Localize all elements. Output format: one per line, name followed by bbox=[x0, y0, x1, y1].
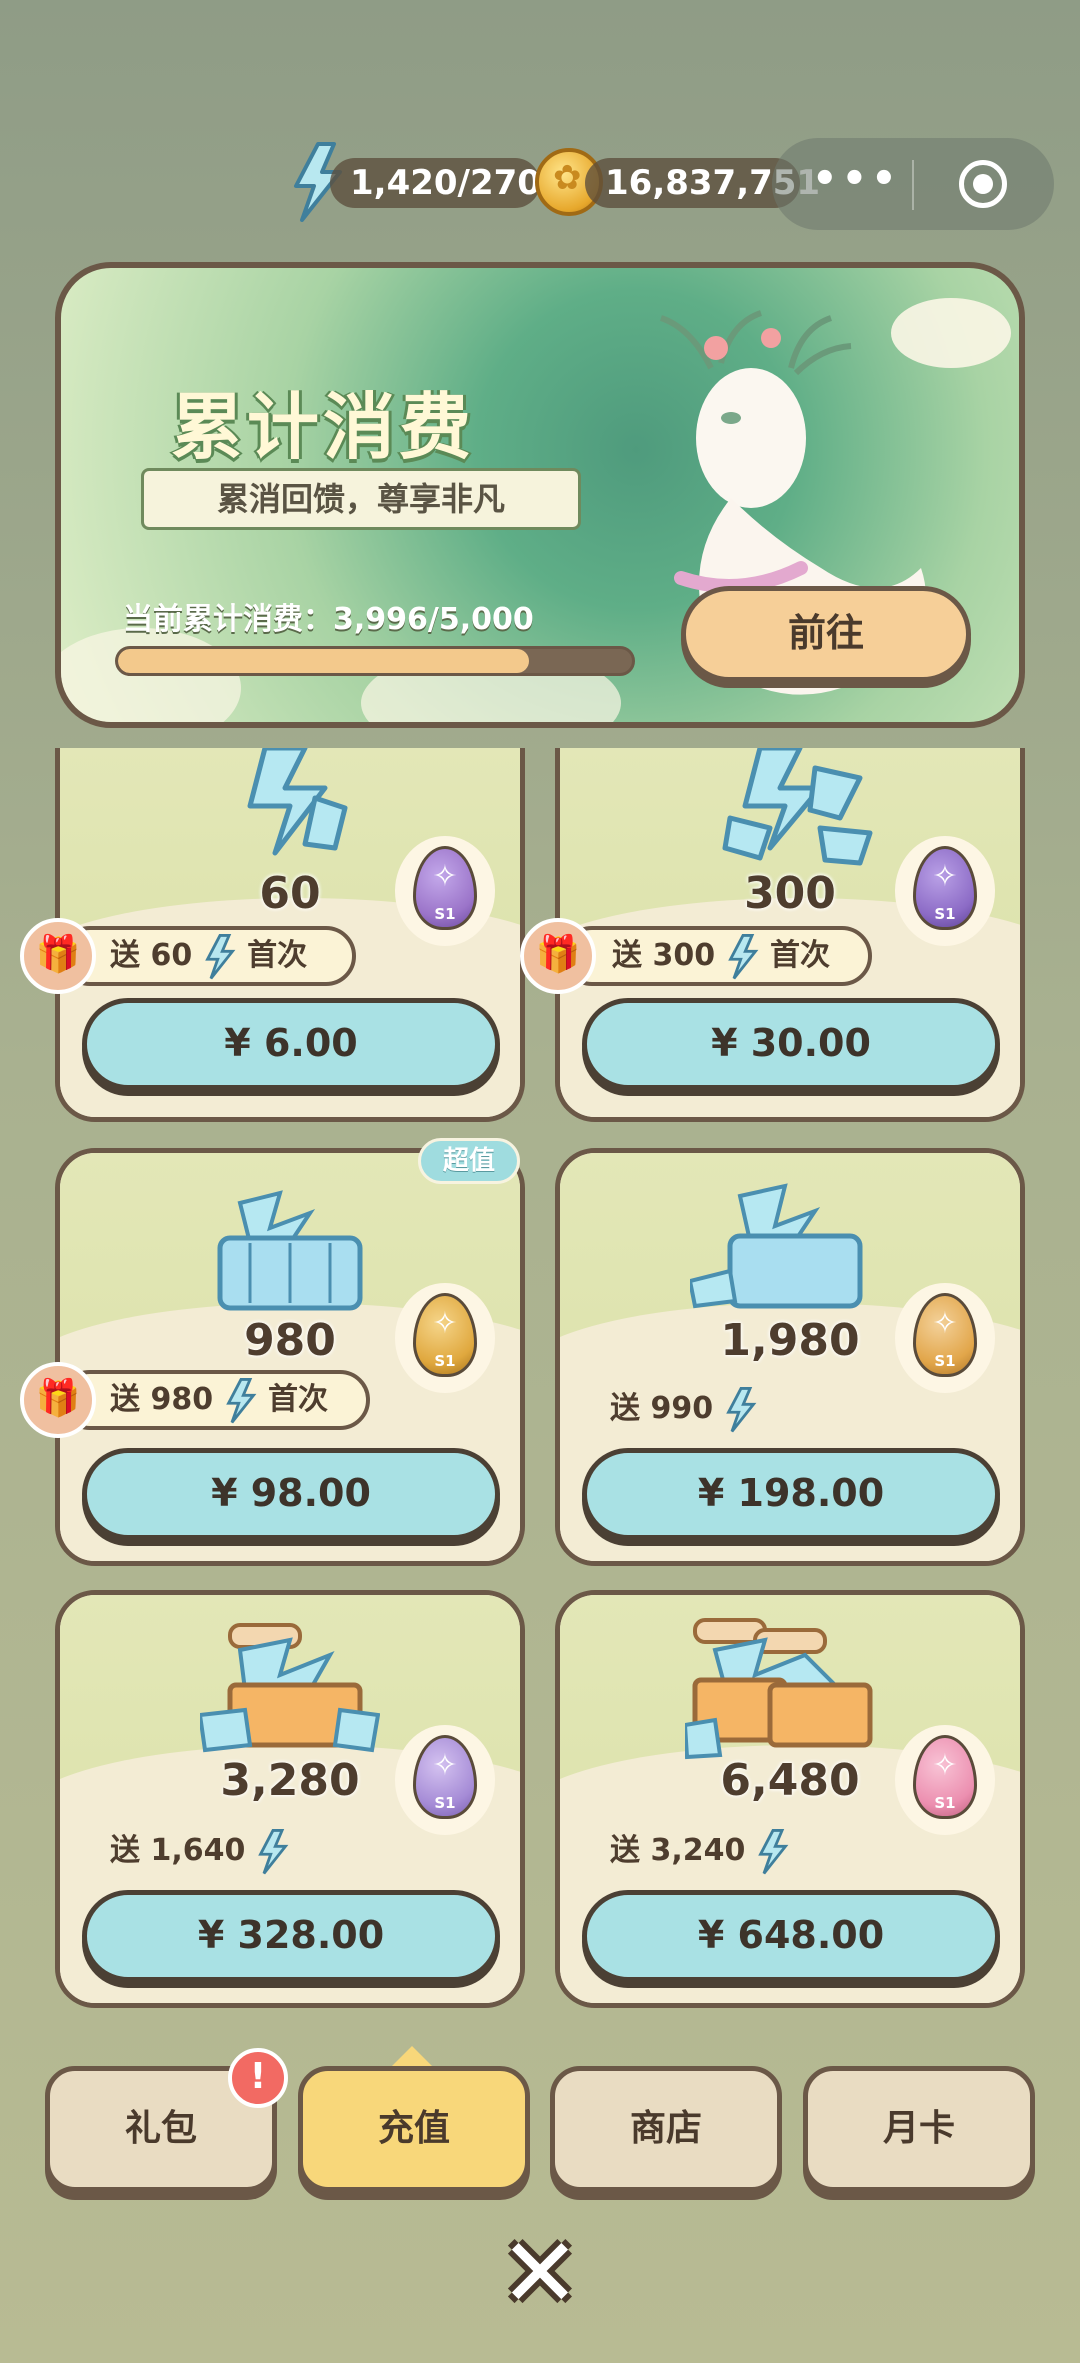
energy-counter: 1,420/270 bbox=[330, 158, 541, 208]
go-button[interactable]: 前往 bbox=[681, 586, 971, 682]
energy-bolt-icon bbox=[727, 933, 758, 979]
bonus-prefix: 送 bbox=[610, 1391, 640, 1426]
crystal-icon bbox=[247, 748, 348, 856]
egg-icon: ✧ S1 bbox=[913, 1735, 977, 1819]
price-button[interactable]: ¥ 98.00 bbox=[82, 1448, 500, 1540]
first-time-tag: 首次 bbox=[247, 938, 308, 973]
bonus-amount: 60 bbox=[150, 938, 193, 973]
target-icon[interactable] bbox=[959, 160, 1007, 208]
spend-progress-bar bbox=[115, 646, 635, 676]
energy-bolt-icon bbox=[758, 1828, 789, 1874]
bonus-row: 送 990 bbox=[610, 1383, 758, 1434]
egg-reward: ✧ S1 bbox=[895, 1725, 995, 1835]
alert-badge: ! bbox=[228, 2048, 288, 2108]
crystal-basket-icon bbox=[217, 1190, 363, 1311]
egg-icon: ✧ S1 bbox=[913, 846, 977, 930]
gift-icon: 🎁 bbox=[20, 918, 96, 994]
first-bonus-row: 送 980 首次 bbox=[60, 1370, 370, 1430]
egg-reward: ✧ S1 bbox=[395, 1725, 495, 1835]
super-value-tag: 超值 bbox=[418, 1138, 520, 1184]
egg-reward: ✧ S1 bbox=[895, 836, 995, 946]
bonus-prefix: 送 bbox=[612, 938, 642, 973]
capsule-divider bbox=[912, 160, 914, 210]
egg-reward: ✧ S1 bbox=[895, 1283, 995, 1393]
egg-label: S1 bbox=[434, 1352, 456, 1370]
banner-subtitle: 累消回馈，尊享非凡 bbox=[141, 468, 581, 530]
bonus-amount: 990 bbox=[650, 1391, 714, 1426]
gift-icon: 🎁 bbox=[520, 918, 596, 994]
bonus-row: 送 1,640 bbox=[110, 1825, 290, 1876]
bonus-amount: 300 bbox=[652, 938, 716, 973]
price-button[interactable]: ¥ 6.00 bbox=[82, 998, 500, 1090]
egg-icon: ✧ S1 bbox=[913, 1293, 977, 1377]
cloud-decoration bbox=[61, 628, 241, 722]
price-button[interactable]: ¥ 198.00 bbox=[582, 1448, 1000, 1540]
energy-bolt-icon bbox=[725, 1386, 756, 1432]
bonus-prefix: 送 bbox=[110, 938, 140, 973]
price-button[interactable]: ¥ 328.00 bbox=[82, 1890, 500, 1982]
crystal-chest-icon bbox=[685, 1618, 873, 1760]
tab-shop[interactable]: 商店 bbox=[550, 2066, 782, 2192]
crystal-chest-icon bbox=[200, 1623, 380, 1753]
egg-reward: ✧ S1 bbox=[395, 1283, 495, 1393]
recharge-pack-card[interactable]: 1,980 ✧ S1 送 990 ¥ 198.00 bbox=[555, 1148, 1025, 1566]
first-bonus-row: 送 300 首次 bbox=[562, 926, 872, 986]
energy-bolt-icon bbox=[225, 1377, 256, 1423]
egg-label: S1 bbox=[934, 1352, 956, 1370]
bonus-row: 送 3,240 bbox=[610, 1825, 790, 1876]
bonus-amount: 3,240 bbox=[650, 1833, 746, 1868]
price-button[interactable]: ¥ 648.00 bbox=[582, 1890, 1000, 1982]
active-tab-pointer bbox=[390, 2046, 434, 2068]
more-dots-icon[interactable]: ••• bbox=[812, 156, 901, 202]
egg-icon: ✧ S1 bbox=[413, 846, 477, 930]
bonus-amount: 980 bbox=[150, 1382, 214, 1417]
egg-icon: ✧ S1 bbox=[413, 1735, 477, 1819]
bonus-prefix: 送 bbox=[110, 1833, 140, 1868]
egg-reward: ✧ S1 bbox=[395, 836, 495, 946]
crystal-pile-icon bbox=[722, 748, 873, 866]
coin-counter: 16,837,751 bbox=[585, 158, 820, 208]
egg-label: S1 bbox=[934, 905, 956, 923]
energy-bolt-icon bbox=[258, 1828, 289, 1874]
first-bonus-row: 送 60 首次 bbox=[60, 926, 356, 986]
crystal-basket-icon bbox=[690, 1183, 863, 1309]
close-icon[interactable]: ✕ bbox=[495, 2225, 585, 2321]
mini-program-capsule: ••• bbox=[772, 138, 1054, 230]
bonus-prefix: 送 bbox=[610, 1833, 640, 1868]
egg-label: S1 bbox=[434, 1794, 456, 1812]
spend-progress-fill bbox=[118, 649, 529, 673]
bonus-amount: 1,640 bbox=[150, 1833, 246, 1868]
gift-icon: 🎁 bbox=[20, 1362, 96, 1438]
first-time-tag: 首次 bbox=[267, 1382, 328, 1417]
tab-monthly-card[interactable]: 月卡 bbox=[803, 2066, 1035, 2192]
first-time-tag: 首次 bbox=[769, 938, 830, 973]
bonus-prefix: 送 bbox=[110, 1382, 140, 1417]
tab-recharge[interactable]: 充值 bbox=[298, 2066, 530, 2192]
egg-icon: ✧ S1 bbox=[413, 1293, 477, 1377]
price-button[interactable]: ¥ 30.00 bbox=[582, 998, 1000, 1090]
egg-label: S1 bbox=[434, 905, 456, 923]
spend-progress-label: 当前累计消费：3,996/5,000 bbox=[123, 602, 534, 637]
cumulative-spend-banner[interactable]: 累计消费 累消回馈，尊享非凡 当前累计消费：3,996/5,000 前往 bbox=[55, 262, 1025, 728]
energy-bolt-icon bbox=[204, 933, 236, 979]
recharge-pack-card[interactable]: 6,480 ✧ S1 送 3,240 ¥ 648.00 bbox=[555, 1590, 1025, 2008]
banner-title: 累计消费 bbox=[171, 385, 476, 469]
egg-label: S1 bbox=[934, 1794, 956, 1812]
recharge-pack-card[interactable]: 3,280 ✧ S1 送 1,640 ¥ 328.00 bbox=[55, 1590, 525, 2008]
recharge-pack-card[interactable]: 980 ✧ S1 ¥ 98.00 bbox=[55, 1148, 525, 1566]
